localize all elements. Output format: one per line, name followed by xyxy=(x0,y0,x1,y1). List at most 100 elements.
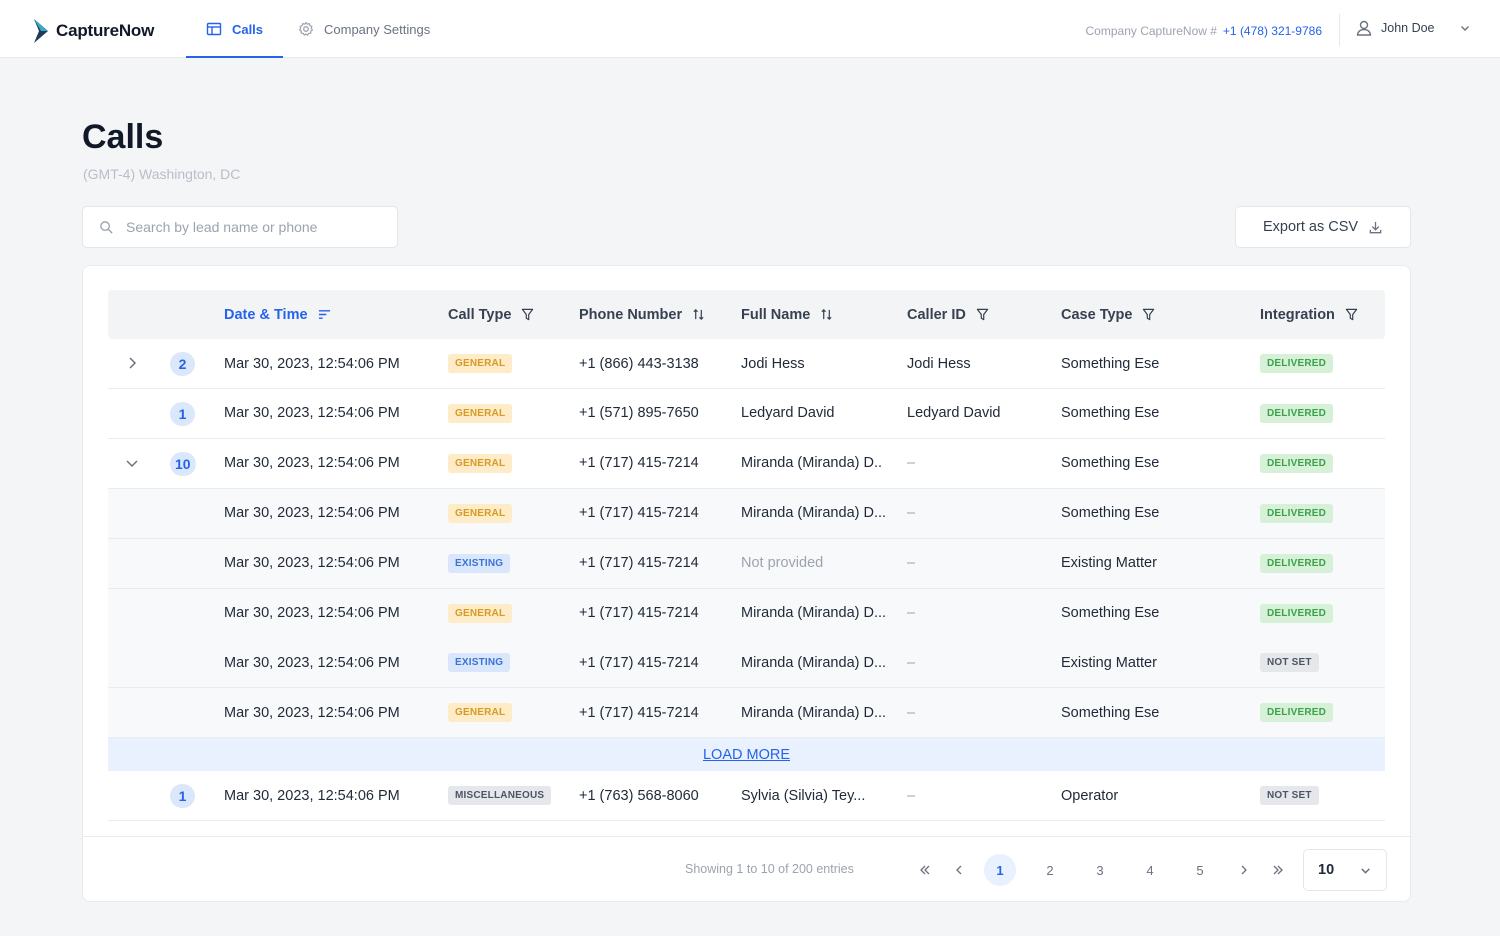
call-count-badge: 1 xyxy=(170,784,195,808)
integration-status-badge: DELIVERED xyxy=(1260,703,1334,723)
cell-phone: +1 (717) 415-7214 xyxy=(579,505,699,522)
cell-full-name: Miranda (Miranda) D... xyxy=(741,704,887,721)
cell-phone: +1 (717) 415-7214 xyxy=(579,455,699,472)
cell-case-type: Something Ese xyxy=(1061,405,1160,422)
cell-phone: +1 (717) 415-7214 xyxy=(579,605,699,621)
table-row[interactable]: 1 Mar 30, 2023, 12:54:06 PM GENERAL +1 (571… xyxy=(108,389,1385,439)
cell-caller-id: – xyxy=(907,605,916,621)
integration-status-badge: DELIVERED xyxy=(1260,553,1334,573)
cell-date-time: Mar 30, 2023, 12:54:06 PM xyxy=(224,654,400,671)
cell-phone: +1 (717) 415-7214 xyxy=(579,654,699,671)
col-caller-id[interactable]: Caller ID xyxy=(907,290,989,339)
nav-divider xyxy=(1339,14,1340,46)
company-phone[interactable]: +1 (478) 321-9786 xyxy=(1223,24,1322,38)
calls-table-card: Date & Time Call Type Phone Number Full … xyxy=(82,265,1411,902)
cell-integration: DELIVERED xyxy=(1260,339,1380,388)
page-timezone: (GMT-4) Washington, DC xyxy=(83,166,241,182)
col-phone-number-label: Phone Number xyxy=(579,306,683,323)
cell-case-type: Something Ese xyxy=(1061,355,1160,372)
cell-full-name: Not provided xyxy=(741,555,824,572)
cell-case-type: Existing Matter xyxy=(1061,654,1157,671)
chevron-down-icon[interactable] xyxy=(124,455,140,471)
page-size-select[interactable]: 10 xyxy=(1303,849,1387,891)
search-box[interactable] xyxy=(82,206,398,248)
col-integration[interactable]: Integration xyxy=(1260,290,1358,339)
cell-case-type: Operator xyxy=(1061,787,1119,804)
page-button-5[interactable]: 5 xyxy=(1184,854,1216,886)
cell-date-time: Mar 30, 2023, 12:54:06 PM xyxy=(224,704,400,721)
page-title: Calls xyxy=(82,118,164,156)
col-case-type[interactable]: Case Type xyxy=(1061,290,1155,339)
last-page-button[interactable] xyxy=(1262,854,1294,886)
tab-company-settings-label: Company Settings xyxy=(324,21,431,37)
col-integration-label: Integration xyxy=(1260,306,1335,323)
page-button-1[interactable]: 1 xyxy=(984,854,1016,886)
calls-table: Date & Time Call Type Phone Number Full … xyxy=(108,290,1385,836)
prev-page-button[interactable] xyxy=(943,854,975,886)
table-child-row[interactable]: Mar 30, 2023, 12:54:06 PM GENERAL +1 (717)… xyxy=(108,588,1385,639)
call-type-badge: MISCELLANEOUS xyxy=(448,786,552,805)
cell-caller-id: – xyxy=(907,654,916,671)
chevron-right-icon xyxy=(1241,865,1247,875)
cell-full-name: Miranda (Miranda) D.. xyxy=(741,455,883,472)
page-size-value: 10 xyxy=(1318,862,1335,878)
cell-full-name: Miranda (Miranda) D... xyxy=(741,605,887,621)
table-row[interactable]: 2 Mar 30, 2023, 12:54:06 PM GENERAL +1 (866… xyxy=(108,339,1385,389)
page-button-3[interactable]: 3 xyxy=(1084,854,1116,886)
cell-call-type: GENERAL xyxy=(448,389,573,438)
table-child-row[interactable]: Mar 30, 2023, 12:54:06 PM GENERAL +1 (717)… xyxy=(108,688,1385,739)
first-page-button[interactable] xyxy=(909,854,941,886)
col-full-name[interactable]: Full Name xyxy=(741,290,833,339)
cell-caller-id: – xyxy=(907,455,916,472)
page-button-4[interactable]: 4 xyxy=(1134,854,1166,886)
table-row[interactable]: 1 Mar 30, 2023, 12:54:06 PM MISCELLANEOUS +… xyxy=(108,771,1385,821)
cell-integration: DELIVERED xyxy=(1260,589,1380,638)
chevron-right-icon[interactable] xyxy=(124,355,140,371)
table-child-row[interactable]: Mar 30, 2023, 12:54:06 PM EXISTING +1 (717… xyxy=(108,638,1385,689)
col-phone-number[interactable]: Phone Number xyxy=(579,290,705,339)
user-menu[interactable]: John Doe xyxy=(1355,19,1471,37)
user-name: John Doe xyxy=(1381,21,1435,35)
cell-date-time: Mar 30, 2023, 12:54:06 PM xyxy=(224,505,400,522)
table-row[interactable]: 10 Mar 30, 2023, 12:54:06 PM GENERAL +1 (71… xyxy=(108,439,1385,489)
export-csv-button[interactable]: Export as CSV xyxy=(1235,206,1411,248)
table-child-row[interactable]: Mar 30, 2023, 12:54:06 PM GENERAL +1 (717)… xyxy=(108,488,1385,539)
cell-call-type: GENERAL xyxy=(448,688,573,737)
search-input[interactable] xyxy=(126,219,366,235)
cell-call-type: MISCELLANEOUS xyxy=(448,771,573,820)
filter-icon xyxy=(976,308,989,321)
table-footer: Showing 1 to 10 of 200 entries 1 2 3 4 5… xyxy=(83,836,1410,901)
brand-logo[interactable]: CaptureNow xyxy=(32,18,154,44)
load-more-link[interactable]: LOAD MORE xyxy=(703,747,790,763)
sort-desc-icon xyxy=(318,310,330,319)
col-caller-id-label: Caller ID xyxy=(907,306,966,323)
call-type-badge: GENERAL xyxy=(448,503,513,523)
col-date-time[interactable]: Date & Time xyxy=(224,290,331,339)
cell-full-name: Sylvia (Silvia) Tey... xyxy=(741,787,866,804)
cell-integration: NOT SET xyxy=(1260,638,1380,687)
cell-caller-id: – xyxy=(907,787,916,804)
table-child-row[interactable]: Mar 30, 2023, 12:54:06 PM EXISTING +1 (717… xyxy=(108,538,1385,589)
sort-icon xyxy=(693,309,704,320)
cell-integration: DELIVERED xyxy=(1260,688,1380,737)
chevrons-left-icon xyxy=(920,865,930,875)
tab-calls[interactable]: Calls xyxy=(186,0,283,58)
user-icon xyxy=(1356,20,1372,36)
page-button-2[interactable]: 2 xyxy=(1034,854,1066,886)
cell-date-time: Mar 30, 2023, 12:54:06 PM xyxy=(224,787,400,804)
call-type-badge: GENERAL xyxy=(448,403,513,423)
cell-case-type: Existing Matter xyxy=(1061,555,1157,572)
cell-call-type: GENERAL xyxy=(448,339,573,388)
call-count-badge: 2 xyxy=(170,352,195,376)
export-csv-label: Export as CSV xyxy=(1262,219,1359,235)
cell-case-type: Something Ese xyxy=(1061,605,1160,621)
next-page-button[interactable] xyxy=(1228,854,1260,886)
tab-company-settings[interactable]: Company Settings xyxy=(298,0,430,58)
cell-integration: DELIVERED xyxy=(1260,439,1380,488)
chevron-left-icon xyxy=(956,865,962,875)
col-call-type[interactable]: Call Type xyxy=(448,290,534,339)
integration-status-badge: DELIVERED xyxy=(1260,603,1334,623)
call-type-badge: EXISTING xyxy=(448,553,511,573)
call-type-badge: EXISTING xyxy=(448,653,511,673)
integration-status-badge: DELIVERED xyxy=(1260,354,1334,373)
